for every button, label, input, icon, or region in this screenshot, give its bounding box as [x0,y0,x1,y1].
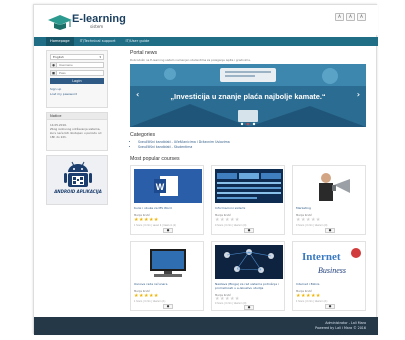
view-course-button[interactable]: ● [163,304,173,309]
category-item[interactable]: Sveučilišni kandidati - Studentima [138,145,366,150]
username-input[interactable] [57,63,103,67]
footer: Administrator - Lali Mara Powered by Lal… [34,317,378,335]
categories-title: Categories [130,132,156,138]
footer-powered: Powered by Lali i Mara © 2016 [315,326,366,330]
svg-text:Internet: Internet [302,251,341,263]
course-title[interactable]: Osnove rada računara [134,282,202,286]
portal-news-title: Portal news [130,50,158,56]
banner-quote: „Investicija u znanje plaća najbolje kam… [170,92,326,101]
courses-grid: W Kursi i obuke za MS Word Marija Krstić… [130,165,366,311]
banner-slider[interactable]: ‹ „Investicija u znanje plaća najbolje k… [130,64,366,127]
language-select-value: English [53,55,64,59]
page-container: E-learning sistem A A A Homepage IT/Tech… [33,4,378,335]
font-size-medium-button[interactable]: A [346,13,355,21]
password-field: ■ [50,70,104,76]
star-rating: ★★★★★ [296,217,321,223]
nav-homepage[interactable]: Homepage [46,37,74,46]
android-app-block[interactable]: ANDROID APLIKACIJA [46,155,108,205]
login-block: English ▾ ● ■ Login Sign up Lost my pass… [46,50,108,108]
svg-text:Business: Business [318,266,346,275]
view-course-button[interactable]: ● [325,228,335,233]
course-title[interactable]: Marketing [296,206,364,210]
notice-title: Notice [47,113,107,120]
computer-basics-thumbnail [134,245,202,279]
course-meta: 1 hours | 0 min | Users in (1) [134,300,166,303]
forgot-password-link[interactable]: Lost my password [50,92,104,97]
notice-block: Notice 14.05.2016. Zbog redovnog održava… [46,112,108,151]
eye-icon: ● [166,228,170,232]
left-sidebar: English ▾ ● ■ Login Sign up Lost my pass… [46,50,108,209]
view-course-button[interactable]: ● [325,304,335,309]
star-rating: ★★★★★ [134,293,159,299]
course-meta: 1 hours | 0 min | Users in (1) [296,300,328,303]
nav-user-guide[interactable]: IT/User guide [122,37,154,46]
main-content: Portal news Dobrodošli na E-learning sis… [130,50,366,311]
popular-courses-title: Most popular courses [130,156,180,162]
portal-news-text: Dobrodošli na E-learning sistem namenjen… [130,58,251,62]
information-systems-thumbnail [215,169,283,203]
course-card[interactable]: Informacioni sistemi Marija Krstić ★★★★★… [211,165,285,235]
username-field: ● [50,62,104,68]
ms-word-thumbnail: W [134,169,202,203]
eye-icon: ● [247,228,251,232]
font-size-large-button[interactable]: A [357,13,366,21]
course-meta: 0 hours | 0 min | Users in (0) [215,302,247,305]
course-meta: 0 hours | 0 min | Users in (0) [215,224,247,227]
view-course-button[interactable]: ● [244,228,254,233]
font-size-buttons: A A A [335,13,366,21]
course-title[interactable]: Nastava (Bloga) za rad sistema potrošnja… [215,282,283,290]
course-card[interactable]: Internet Business Internet i Biznis Mari… [292,241,366,311]
chevron-down-icon: ▾ [99,55,101,59]
nav-technical-support[interactable]: IT/Technical support [76,37,120,46]
star-rating: ★★★★★ [134,217,159,223]
banner-next-button[interactable]: › [357,90,360,99]
categories-list: Sveučilišni kandidati - Učešćanicima i D… [138,140,366,150]
view-course-button[interactable]: ● [244,305,254,310]
view-course-button[interactable]: ● [163,228,173,233]
star-rating: ★★★★★ [296,293,321,299]
eye-icon: ● [328,304,332,308]
course-title[interactable]: Informacioni sistemi [215,206,283,210]
site-logo[interactable]: E-learning sistem [46,12,126,30]
star-rating: ★★★★★ [215,217,240,223]
android-robot-icon [64,161,92,187]
network-people-thumbnail [215,245,283,279]
notice-text: Zbog redovnog održavanja sistema, kurs n… [50,127,102,139]
marketing-thumbnail [296,169,364,203]
eye-icon: ● [328,228,332,232]
language-select[interactable]: English ▾ [50,54,104,60]
eye-icon: ● [166,304,170,308]
course-card[interactable]: Osnove rada računara Marija Krstić ★★★★★… [130,241,204,311]
course-meta: 1 hours | 0 min | Level: 4 | Users in (1… [134,224,177,227]
notice-body: 14.05.2016. Zbog redovnog održavanja sis… [47,120,107,150]
eye-icon: ● [247,305,251,309]
internet-business-thumbnail: Internet Business [296,245,364,279]
course-card[interactable]: W Kursi i obuke za MS Word Marija Krstić… [130,165,204,235]
course-card[interactable]: Nastava (Bloga) za rad sistema potrošnja… [211,241,285,311]
login-button[interactable]: Login [50,78,104,84]
footer-admin: Administrator - Lali Mara [325,321,366,325]
course-title[interactable]: Internet i Biznis [296,282,364,286]
logo-subtitle: sistem [90,24,104,29]
header: E-learning sistem A A A [34,5,378,35]
android-app-label: ANDROID APLIKACIJA [54,189,102,194]
password-input[interactable] [57,71,103,75]
course-card[interactable]: Marketing Marija Krstić ★★★★★ 0 hours | … [292,165,366,235]
course-meta: 0 hours | 0 min | Users in (0) [296,224,328,227]
svg-text:W: W [156,182,165,192]
font-size-small-button[interactable]: A [335,13,344,21]
course-title[interactable]: Kursi i obuke za MS Word [134,206,202,210]
main-navbar: Homepage IT/Technical support IT/User gu… [34,37,378,46]
